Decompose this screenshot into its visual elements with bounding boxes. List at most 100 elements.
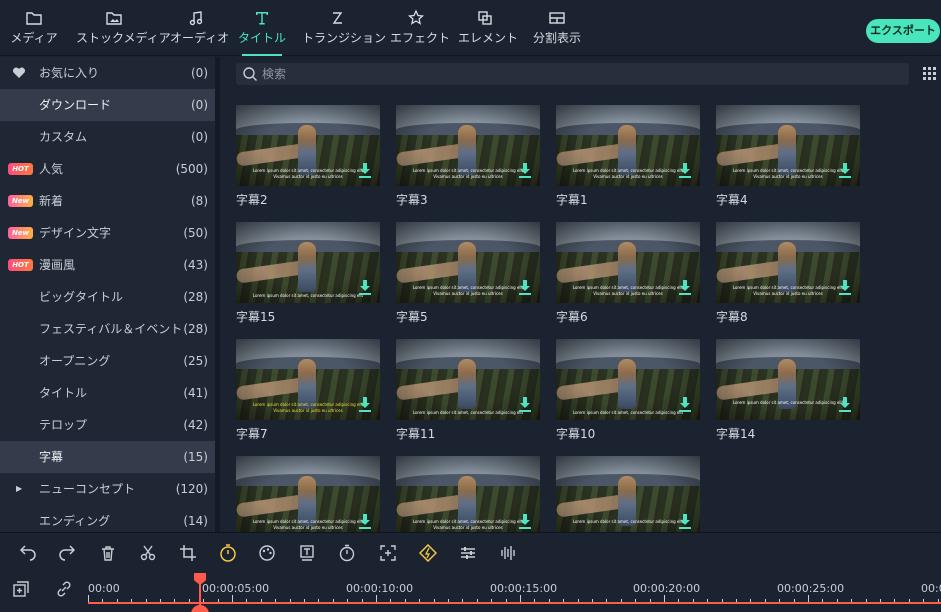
sidebar-item-custom[interactable]: カスタム (0) bbox=[0, 121, 215, 153]
sidebar-item-telop[interactable]: テロップ (42) bbox=[0, 409, 215, 441]
redo-icon[interactable] bbox=[59, 544, 77, 562]
ruler-label: 00:00:05:00 bbox=[202, 582, 270, 595]
title-thumbnail[interactable]: Lorem ipsum dolor sit amet, consectetur … bbox=[556, 339, 700, 420]
adjust-icon[interactable] bbox=[459, 544, 477, 562]
download-icon[interactable] bbox=[838, 396, 852, 412]
sidebar-item-manga[interactable]: HOT 漫画風 (43) bbox=[0, 249, 215, 281]
title-card[interactable]: Lorem ipsum dolor sit amet, consectetur … bbox=[716, 105, 860, 208]
color-icon[interactable] bbox=[258, 544, 276, 562]
download-icon[interactable] bbox=[678, 279, 692, 295]
top-tab-bar: メディア ストックメディア オーディオ タイトル トランジション エフェクト エ… bbox=[0, 0, 941, 56]
ruler-label: 00:00:20:00 bbox=[633, 582, 701, 595]
title-card-name: 字幕11 bbox=[396, 427, 436, 441]
title-thumbnail[interactable]: Lorem ipsum dolor sit amet, consectetur … bbox=[396, 105, 540, 186]
title-card-name: 字幕10 bbox=[556, 427, 596, 441]
search-input[interactable] bbox=[262, 63, 902, 85]
caret-right-icon[interactable]: ▶ bbox=[16, 473, 22, 505]
caption-preview: Lorem ipsum dolor sit amet, consectetur … bbox=[412, 410, 524, 415]
title-thumbnail[interactable]: Lorem ipsum dolor sit amet, consectetur … bbox=[556, 222, 700, 303]
title-card[interactable]: Lorem ipsum dolor sit amet, consectetur … bbox=[396, 339, 540, 442]
title-thumbnail[interactable]: Lorem ipsum dolor sit amet, consectetur … bbox=[236, 456, 380, 537]
sidebar-item-new-concept[interactable]: ▶ ニューコンセプト (120) bbox=[0, 473, 215, 505]
title-thumbnail[interactable]: Lorem ipsum dolor sit amet, consectetur … bbox=[236, 339, 380, 420]
link-icon[interactable] bbox=[55, 580, 73, 598]
tab-audio[interactable]: オーディオ bbox=[170, 0, 229, 56]
download-icon[interactable] bbox=[838, 162, 852, 178]
export-button[interactable]: エクスポート bbox=[866, 19, 940, 43]
time-ruler[interactable]: 00:00 00:00:05:00 00:00:10:00 00:00:15:00 00… bbox=[88, 573, 941, 612]
title-card[interactable]: Lorem ipsum dolor sit amet, consectetur … bbox=[396, 456, 540, 542]
title-card[interactable]: Lorem ipsum dolor sit amet, consectetur … bbox=[236, 339, 380, 442]
sidebar-item-new[interactable]: New 新着 (8) bbox=[0, 185, 215, 217]
sidebar-item-favorites[interactable]: お気に入り (0) bbox=[0, 57, 215, 89]
title-thumbnail[interactable]: Lorem ipsum dolor sit amet, consectetur … bbox=[556, 105, 700, 186]
sidebar-item-download[interactable]: ダウンロード (0) bbox=[0, 89, 215, 121]
download-icon[interactable] bbox=[678, 513, 692, 529]
sidebar-item-subtitles[interactable]: 字幕 (15) bbox=[0, 441, 215, 473]
caption-preview: Lorem ipsum dolor sit amet, consectetur … bbox=[252, 402, 364, 407]
tab-stock-media[interactable]: ストックメディア bbox=[76, 0, 171, 56]
fit-icon[interactable] bbox=[379, 544, 397, 562]
download-icon[interactable] bbox=[518, 396, 532, 412]
delete-icon[interactable] bbox=[99, 544, 117, 562]
sidebar-item-opening[interactable]: オープニング (25) bbox=[0, 345, 215, 377]
undo-icon[interactable] bbox=[18, 544, 36, 562]
title-card[interactable]: Lorem ipsum dolor sit amet, consectetur … bbox=[396, 222, 540, 325]
sidebar-item-popular[interactable]: HOT 人気 (500) bbox=[0, 153, 215, 185]
title-thumbnail[interactable]: Lorem ipsum dolor sit amet, consectetur … bbox=[396, 222, 540, 303]
playhead-handle[interactable] bbox=[191, 605, 209, 612]
download-icon[interactable] bbox=[838, 279, 852, 295]
cut-icon[interactable] bbox=[139, 544, 157, 562]
download-icon[interactable] bbox=[518, 513, 532, 529]
download-icon[interactable] bbox=[358, 279, 372, 295]
download-icon[interactable] bbox=[518, 162, 532, 178]
download-icon[interactable] bbox=[678, 162, 692, 178]
caption-preview: Lorem ipsum dolor sit amet, consectetur … bbox=[732, 285, 844, 290]
title-thumbnail[interactable]: Lorem ipsum dolor sit amet, consectetur … bbox=[716, 339, 860, 420]
title-card[interactable]: Lorem ipsum dolor sit amet, consectetur … bbox=[236, 222, 380, 325]
title-thumbnail[interactable]: Lorem ipsum dolor sit amet, consectetur … bbox=[396, 339, 540, 420]
tab-split-screen[interactable]: 分割表示 bbox=[528, 0, 586, 56]
crop-icon[interactable] bbox=[179, 544, 197, 562]
title-thumbnail[interactable]: Lorem ipsum dolor sit amet, consectetur … bbox=[716, 222, 860, 303]
sidebar-item-ending[interactable]: エンディング (14) bbox=[0, 505, 215, 532]
title-card[interactable]: Lorem ipsum dolor sit amet, consectetur … bbox=[236, 105, 380, 208]
hot-badge: HOT bbox=[8, 259, 33, 271]
tab-transitions[interactable]: トランジション bbox=[302, 0, 386, 56]
download-icon[interactable] bbox=[518, 279, 532, 295]
download-icon[interactable] bbox=[358, 396, 372, 412]
title-card[interactable]: Lorem ipsum dolor sit amet, consectetur … bbox=[556, 222, 700, 325]
title-card[interactable]: Lorem ipsum dolor sit amet, consectetur … bbox=[716, 222, 860, 325]
title-thumbnail[interactable]: Lorem ipsum dolor sit amet, consectetur … bbox=[236, 222, 380, 303]
title-card[interactable]: Lorem ipsum dolor sit amet, consectetur … bbox=[556, 105, 700, 208]
title-thumbnail[interactable]: Lorem ipsum dolor sit amet, consectetur … bbox=[236, 105, 380, 186]
caption-preview-line2: Vivamus auctor id justo eu ultrices bbox=[273, 174, 343, 179]
grid-view-icon[interactable] bbox=[923, 67, 937, 81]
tab-effects[interactable]: エフェクト bbox=[390, 0, 450, 56]
title-thumbnail[interactable]: Lorem ipsum dolor sit amet, consectetur … bbox=[716, 105, 860, 186]
title-card[interactable]: Lorem ipsum dolor sit amet, consectetur … bbox=[716, 339, 860, 442]
download-icon[interactable] bbox=[358, 162, 372, 178]
tab-titles[interactable]: タイトル bbox=[238, 0, 286, 56]
sidebar-item-design-text[interactable]: New デザイン文字 (50) bbox=[0, 217, 215, 249]
title-thumbnail[interactable]: Lorem ipsum dolor sit amet, consectetur … bbox=[556, 456, 700, 537]
title-card[interactable]: Lorem ipsum dolor sit amet, consectetur … bbox=[556, 339, 700, 442]
download-icon[interactable] bbox=[678, 396, 692, 412]
tab-media[interactable]: メディア bbox=[10, 0, 58, 56]
timer-icon[interactable] bbox=[338, 544, 356, 562]
sidebar-item-title[interactable]: タイトル (41) bbox=[0, 377, 215, 409]
add-track-icon[interactable] bbox=[12, 580, 30, 598]
split-screen-icon bbox=[549, 12, 565, 24]
title-card[interactable]: Lorem ipsum dolor sit amet, consectetur … bbox=[396, 105, 540, 208]
audio-icon[interactable] bbox=[499, 544, 517, 562]
title-card[interactable]: Lorem ipsum dolor sit amet, consectetur … bbox=[556, 456, 700, 542]
title-card[interactable]: Lorem ipsum dolor sit amet, consectetur … bbox=[236, 456, 380, 542]
title-thumbnail[interactable]: Lorem ipsum dolor sit amet, consectetur … bbox=[396, 456, 540, 537]
speed-icon[interactable] bbox=[219, 544, 237, 562]
sidebar-item-big-title[interactable]: ビッグタイトル (28) bbox=[0, 281, 215, 313]
text-icon[interactable] bbox=[298, 544, 316, 562]
download-icon[interactable] bbox=[358, 513, 372, 529]
sidebar-item-festival[interactable]: フェスティバル＆イベント (28) bbox=[0, 313, 215, 345]
tab-elements[interactable]: エレメント bbox=[458, 0, 518, 56]
ai-icon[interactable] bbox=[418, 543, 438, 563]
